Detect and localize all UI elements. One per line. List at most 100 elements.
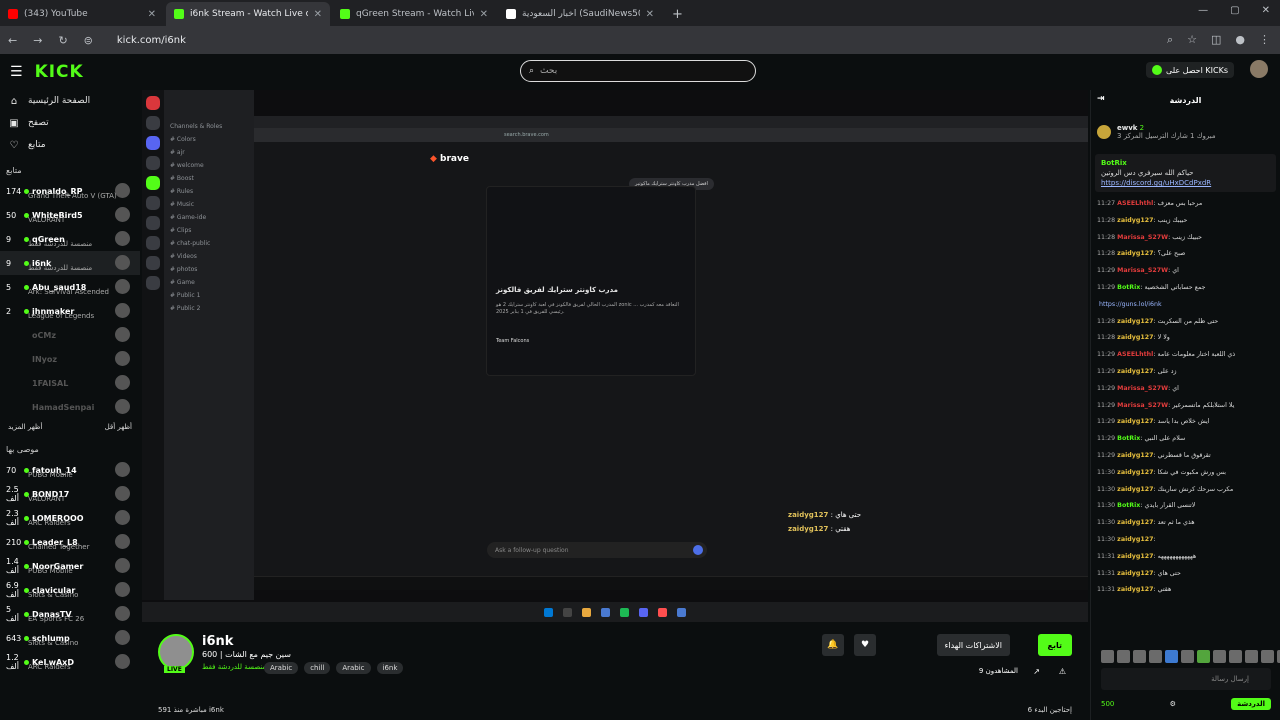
chat-username[interactable]: ASEELhthl [1117, 200, 1153, 207]
chat-username[interactable]: zaidyg127 [1117, 334, 1153, 341]
send-icon[interactable] [693, 545, 703, 555]
chat-username[interactable]: Marissa_S27W [1117, 267, 1168, 274]
menu-icon[interactable]: ⋮ [1259, 33, 1270, 47]
sidebar-item-home[interactable]: ⌂ الصفحة الرئيسية [0, 90, 140, 112]
url-field[interactable]: kick.com/i6nk [117, 35, 186, 46]
show-less-button[interactable]: أظهر أقل [105, 423, 132, 431]
sidebar-channel[interactable]: 70 fatouh_14 PUBG Mobile [0, 458, 140, 482]
follow-button[interactable]: تابع [1037, 634, 1072, 656]
home-icon: ⌂ [10, 95, 18, 107]
chat-username[interactable]: zaidyg127 [1117, 536, 1153, 543]
chat-username[interactable]: Marissa_S27W [1117, 402, 1168, 409]
sidebar-item-browse[interactable]: ▣ تصفح [0, 112, 140, 134]
close-icon[interactable]: ✕ [646, 9, 654, 20]
chat-username[interactable]: Marissa_S27W [1117, 234, 1168, 241]
search-icon: ⌕ [529, 66, 535, 76]
chat-username[interactable]: zaidyg127 [1117, 452, 1153, 459]
chat-username[interactable]: zaidyg127 [1117, 586, 1153, 593]
tag[interactable]: Arabic [264, 662, 299, 674]
bell-icon[interactable]: 🔔 [822, 634, 844, 656]
send-chat-button[interactable]: الدردشة [1231, 698, 1271, 710]
sidebar-channel[interactable]: 2 jhnmaker League of Legends [0, 299, 140, 323]
kicks-balance[interactable]: 500 [1101, 700, 1114, 708]
kick-logo[interactable]: KICK [35, 62, 84, 82]
chat-username[interactable]: zaidyg127 [1117, 418, 1153, 425]
maximize-icon[interactable]: ▢ [1230, 5, 1239, 16]
show-more-button[interactable]: أظهر المزيد [8, 423, 42, 431]
report-icon[interactable]: ⚠ [1059, 667, 1066, 676]
sidebar-channel[interactable]: HamadSenpai [0, 395, 140, 419]
zoom-icon[interactable]: ⌕ [1167, 33, 1173, 47]
profile-icon[interactable]: ● [1235, 33, 1245, 47]
share-icon[interactable]: ↗ [1033, 667, 1040, 676]
reload-icon[interactable]: ↻ [58, 34, 67, 47]
chat-username[interactable]: ASEELhthl [1117, 351, 1153, 358]
sidebar-channel[interactable]: 9 qGreen منصسة للدردشة فقط [0, 227, 140, 251]
streamer-name[interactable]: i6nk [202, 634, 233, 649]
settings-icon[interactable]: ⚙ [1170, 700, 1176, 708]
chat-message: 11:28 zaidyg127: حبيبك زينب [1097, 216, 1188, 224]
sidebar-channel[interactable]: 5 Abu_saud18 Ark: Survival Ascended [0, 275, 140, 299]
chat-username[interactable]: zaidyg127 [1117, 519, 1153, 526]
chat-username[interactable]: BotRix [1117, 435, 1140, 442]
followup-input[interactable]: Ask a follow-up question [487, 542, 707, 558]
tab-i6nk[interactable]: i6nk Stream - Watch Live o ✕ [166, 2, 330, 26]
chat-input[interactable]: إرسال رسالة [1101, 668, 1271, 690]
collapse-chat-icon[interactable]: ⇥ [1097, 94, 1105, 104]
tag[interactable]: chill [304, 662, 331, 674]
menu-icon[interactable]: ☰ [10, 64, 23, 80]
sidebar-channel[interactable]: 1.4 ألف NoorGamer PUBG Mobile [0, 554, 140, 578]
close-icon[interactable]: ✕ [314, 9, 322, 20]
chat-username[interactable]: zaidyg127 [1117, 368, 1153, 375]
forward-icon[interactable]: → [33, 34, 42, 47]
channel-category: Slots & Casino [28, 591, 79, 599]
sidebar-channel[interactable]: 6.9 ألف clavicular Slots & Casino [0, 578, 140, 602]
window-close-icon[interactable]: ✕ [1262, 5, 1270, 16]
search-input[interactable]: ⌕ بحث [520, 60, 756, 82]
new-tab-button[interactable]: + [664, 7, 691, 26]
sidebar-channel[interactable]: 50 WhiteBird5 VALORANT [0, 203, 140, 227]
sidebar-channel[interactable]: 174 ronaldo_RP Grand Theft Auto V (GTA) [0, 179, 140, 203]
heart-icon[interactable]: ♥ [854, 634, 876, 656]
sidebar-channel[interactable]: 9 i6nk منصسة للدردشة فقط [0, 251, 140, 275]
sidebar-channel[interactable]: 2.5 ألف BOND17 VALORANT [0, 482, 140, 506]
chat-username[interactable]: zaidyg127 [1117, 250, 1153, 257]
video-player[interactable]: Channels & Roles # Colors # ajr # welcome # … [142, 90, 1088, 622]
chat-username[interactable]: zaidyg127 [1117, 486, 1153, 493]
chat-username[interactable]: zaidyg127 [1117, 553, 1153, 560]
sidebar-channel[interactable]: 5 ألف DanasTV EA Sports FC 26 [0, 602, 140, 626]
tab-youtube[interactable]: (343) YouTube ✕ [0, 2, 164, 26]
sidebar-channel[interactable]: 1.2 ألف KeLwAxD ARC Raiders [0, 650, 140, 674]
gift-subs-button[interactable]: الاشتراكات الهداء [936, 634, 1010, 656]
chat-username[interactable]: zaidyg127 [1117, 318, 1153, 325]
avatar[interactable] [1250, 60, 1268, 78]
chat-username[interactable]: zaidyg127 [1117, 217, 1153, 224]
tab-x[interactable]: أخبار السعودية (SaudiNews50@)✕ [498, 2, 662, 26]
sidebar-channel[interactable]: 1FAISAL [0, 371, 140, 395]
tag[interactable]: i6nk [376, 662, 404, 674]
get-kicks-button[interactable]: احصل على KICKs [1146, 62, 1234, 78]
minimize-icon[interactable]: — [1198, 5, 1208, 16]
sidebar-channel[interactable]: 643 schlump Slots & Casino [0, 626, 140, 650]
chat-username[interactable]: BotRix [1117, 284, 1140, 291]
stream-category[interactable]: منصسة للدردشة فقط [202, 663, 266, 671]
back-icon[interactable]: ← [8, 34, 17, 47]
chat-username[interactable]: zaidyg127 [1117, 469, 1153, 476]
close-icon[interactable]: ✕ [480, 9, 488, 20]
chat-username[interactable]: BotRix [1117, 502, 1140, 509]
chat-username[interactable]: Marissa_S27W [1117, 385, 1168, 392]
sidebar-channel[interactable]: INyoz [0, 347, 140, 371]
extensions-icon[interactable]: ◫ [1211, 33, 1221, 47]
site-info-icon[interactable]: ⊜ [84, 34, 93, 47]
discord-link[interactable]: https://discord.gg/uHxDCdPxdR [1101, 179, 1211, 187]
tab-qgreen[interactable]: qGreen Stream - Watch Live o✕ [332, 2, 496, 26]
sidebar-channel[interactable]: 210 Leader_L8 Chained Together [0, 530, 140, 554]
chat-username[interactable]: zaidyg127 [1117, 570, 1153, 577]
tag[interactable]: Arabic [336, 662, 371, 674]
avatar[interactable] [158, 634, 194, 670]
bookmark-icon[interactable]: ☆ [1187, 33, 1197, 47]
sidebar-channel[interactable]: 2.3 ألف LOMEROOO ARC Raiders [0, 506, 140, 530]
sidebar-item-following[interactable]: ♡ متابع [0, 134, 140, 156]
sidebar-channel[interactable]: oCMz [0, 323, 140, 347]
close-icon[interactable]: ✕ [148, 9, 156, 20]
